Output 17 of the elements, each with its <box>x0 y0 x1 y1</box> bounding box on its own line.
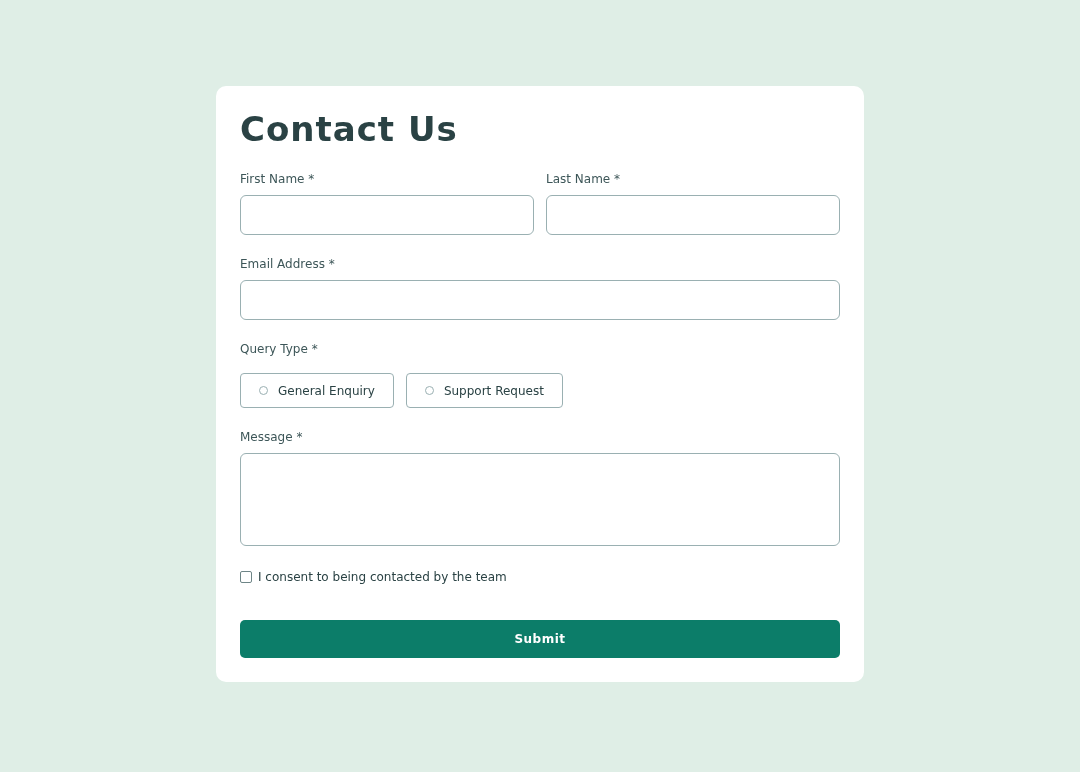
input-field[interactable] <box>546 195 840 235</box>
radio-option[interactable]: General Enquiry <box>240 373 394 408</box>
field-label: Email Address * <box>240 257 336 271</box>
field-label: Last Name * <box>546 172 622 186</box>
consent-label: I consent to being contacted by the team <box>258 570 507 584</box>
submit-button[interactable]: Submit <box>240 620 840 658</box>
input-field[interactable] <box>240 195 534 235</box>
field-label: Message * <box>240 430 304 444</box>
field-label: First Name * <box>240 172 316 186</box>
option-label: Support Request <box>443 383 544 398</box>
radio-option[interactable]: Support Request <box>405 373 563 408</box>
input-field[interactable] <box>240 280 840 320</box>
checkbox[interactable] <box>240 571 252 583</box>
message-field[interactable] <box>240 453 840 546</box>
field-label: Query Type * <box>240 342 319 356</box>
form-title: Contact Us <box>240 108 459 151</box>
option-label: General Enquiry <box>278 383 375 398</box>
